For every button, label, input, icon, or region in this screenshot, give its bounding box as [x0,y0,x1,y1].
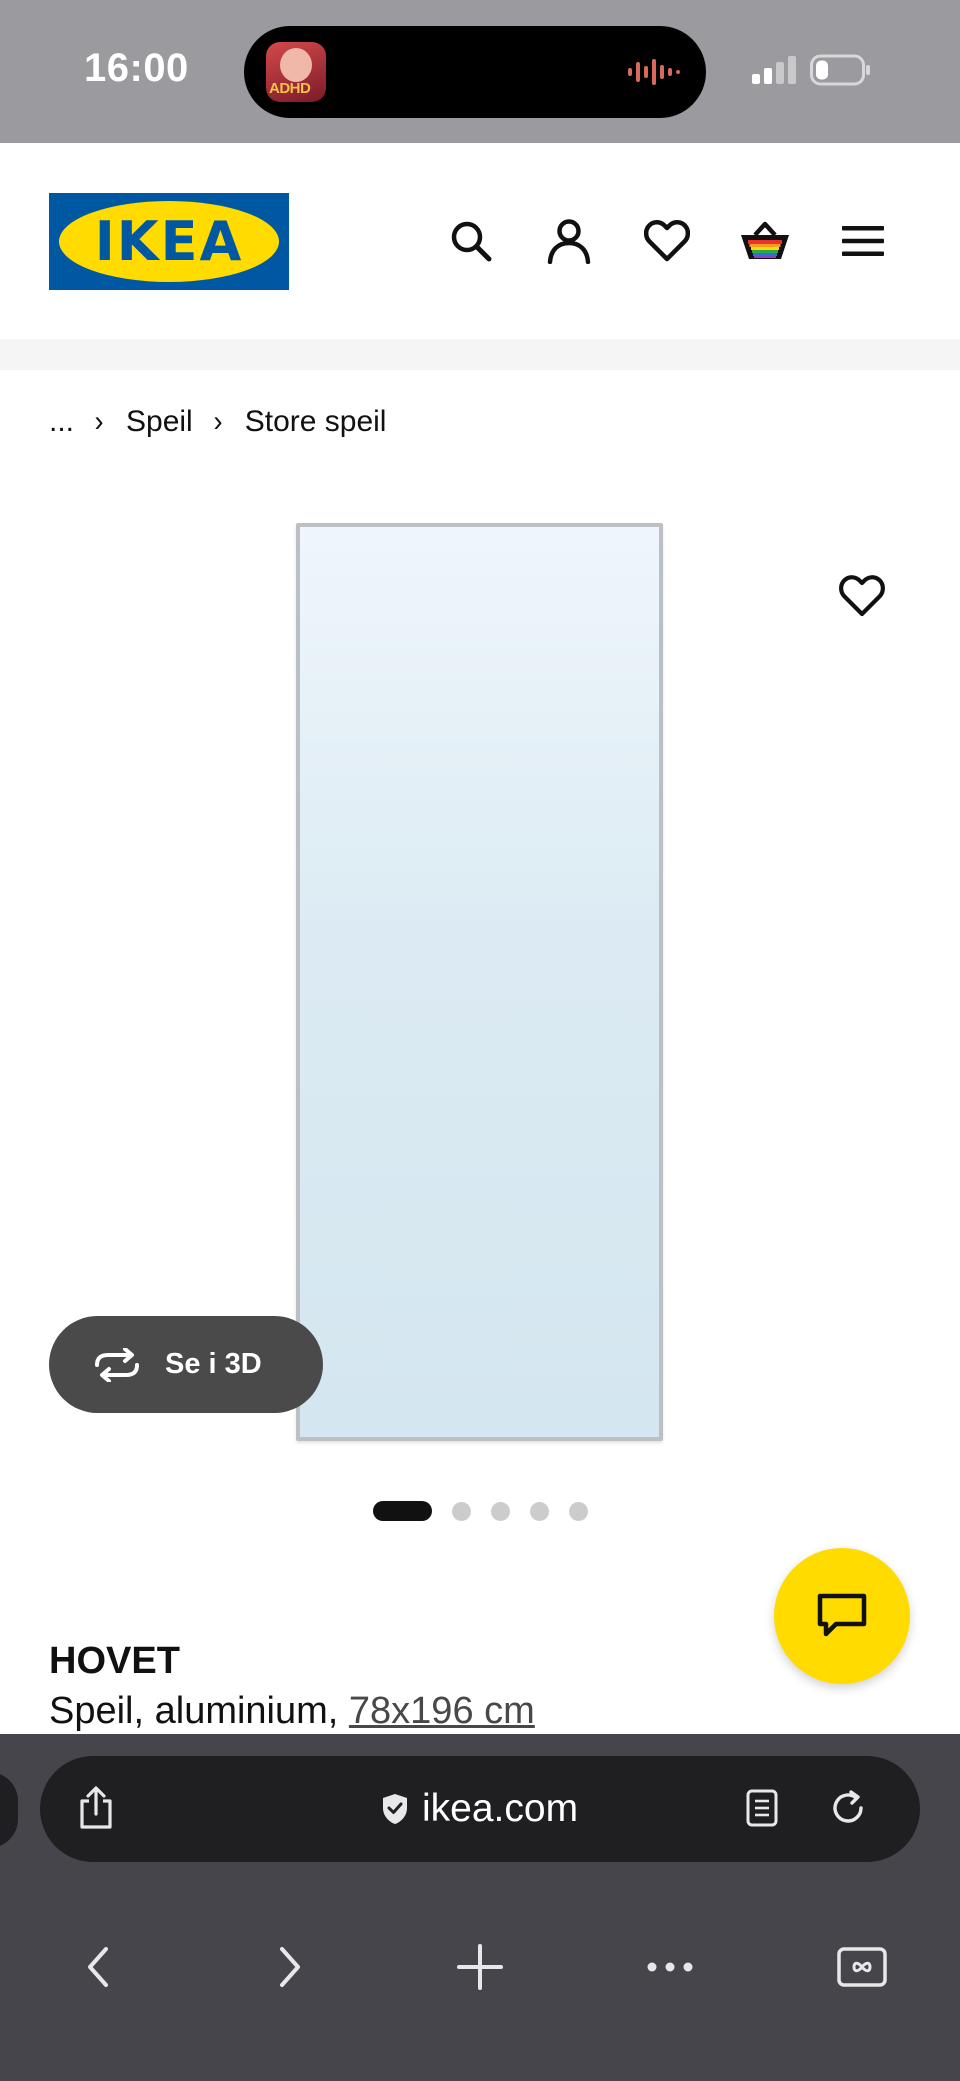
basket-icon[interactable] [737,213,793,269]
tabs-icon[interactable] [827,1932,897,2002]
product-description: Speil, aluminium, 78x196 cm [49,1690,535,1733]
gallery-dot-3[interactable] [491,1501,510,1521]
app-artwork-label: ADHD [269,80,311,97]
status-bar: 16:00 ADHD [0,0,960,143]
chevron-right-icon: › [213,405,223,438]
breadcrumb-item-speil[interactable]: Speil [126,405,193,439]
app-artwork [280,48,312,82]
add-to-favorites-heart-icon[interactable] [836,570,888,622]
previous-tab-preview[interactable] [0,1772,18,1848]
browser-toolbar: ikea.com [0,1734,960,2081]
logo-text: IKEA [94,210,244,273]
breadcrumb: ... › Speil › Store speil [49,400,386,444]
site-header: IKEA [0,143,960,339]
search-icon[interactable] [443,213,499,269]
reader-mode-icon[interactable] [736,1782,788,1834]
back-icon[interactable] [63,1932,133,2002]
product-image-mirror[interactable] [296,523,663,1441]
header-divider [0,339,960,370]
ikea-logo[interactable]: IKEA [49,193,289,290]
battery-icon [810,54,870,86]
share-icon[interactable] [70,1782,122,1834]
chevron-right-icon: › [94,405,104,438]
forward-icon[interactable] [255,1932,325,2002]
account-icon[interactable] [541,213,597,269]
dynamic-island[interactable]: ADHD [244,26,706,118]
status-time: 16:00 [84,46,189,90]
gallery-pagination [373,1500,588,1522]
breadcrumb-ellipsis[interactable]: ... [49,405,74,439]
menu-icon[interactable] [835,213,891,269]
product-size-link[interactable]: 78x196 cm [349,1690,535,1732]
gallery-dot-5[interactable] [569,1501,588,1521]
product-name: HOVET [49,1640,180,1682]
reload-icon[interactable] [820,1780,876,1836]
chat-button[interactable] [774,1548,910,1684]
product-type: Speil, aluminium, [49,1690,349,1732]
audio-waveform-icon [628,59,680,85]
see-in-3d-label: Se i 3D [165,1348,262,1380]
more-icon[interactable] [635,1932,705,2002]
rotate-3d-icon [95,1347,139,1382]
shield-icon [383,1794,407,1824]
see-in-3d-button[interactable]: Se i 3D [49,1316,323,1413]
favorites-icon[interactable] [639,213,695,269]
gallery-dot-4[interactable] [530,1501,549,1521]
breadcrumb-item-store-speil[interactable]: Store speil [245,405,387,439]
chat-bubble-icon [817,1593,867,1637]
url-display[interactable]: ikea.com [380,1756,578,1862]
gallery-dot-1-active[interactable] [373,1501,432,1521]
address-bar[interactable]: ikea.com [40,1756,920,1862]
cellular-signal-icon [752,56,796,84]
new-tab-icon[interactable] [445,1932,515,2002]
url-text: ikea.com [422,1787,579,1830]
live-activity-app-icon[interactable]: ADHD [266,42,326,102]
gallery-dot-2[interactable] [452,1501,471,1521]
